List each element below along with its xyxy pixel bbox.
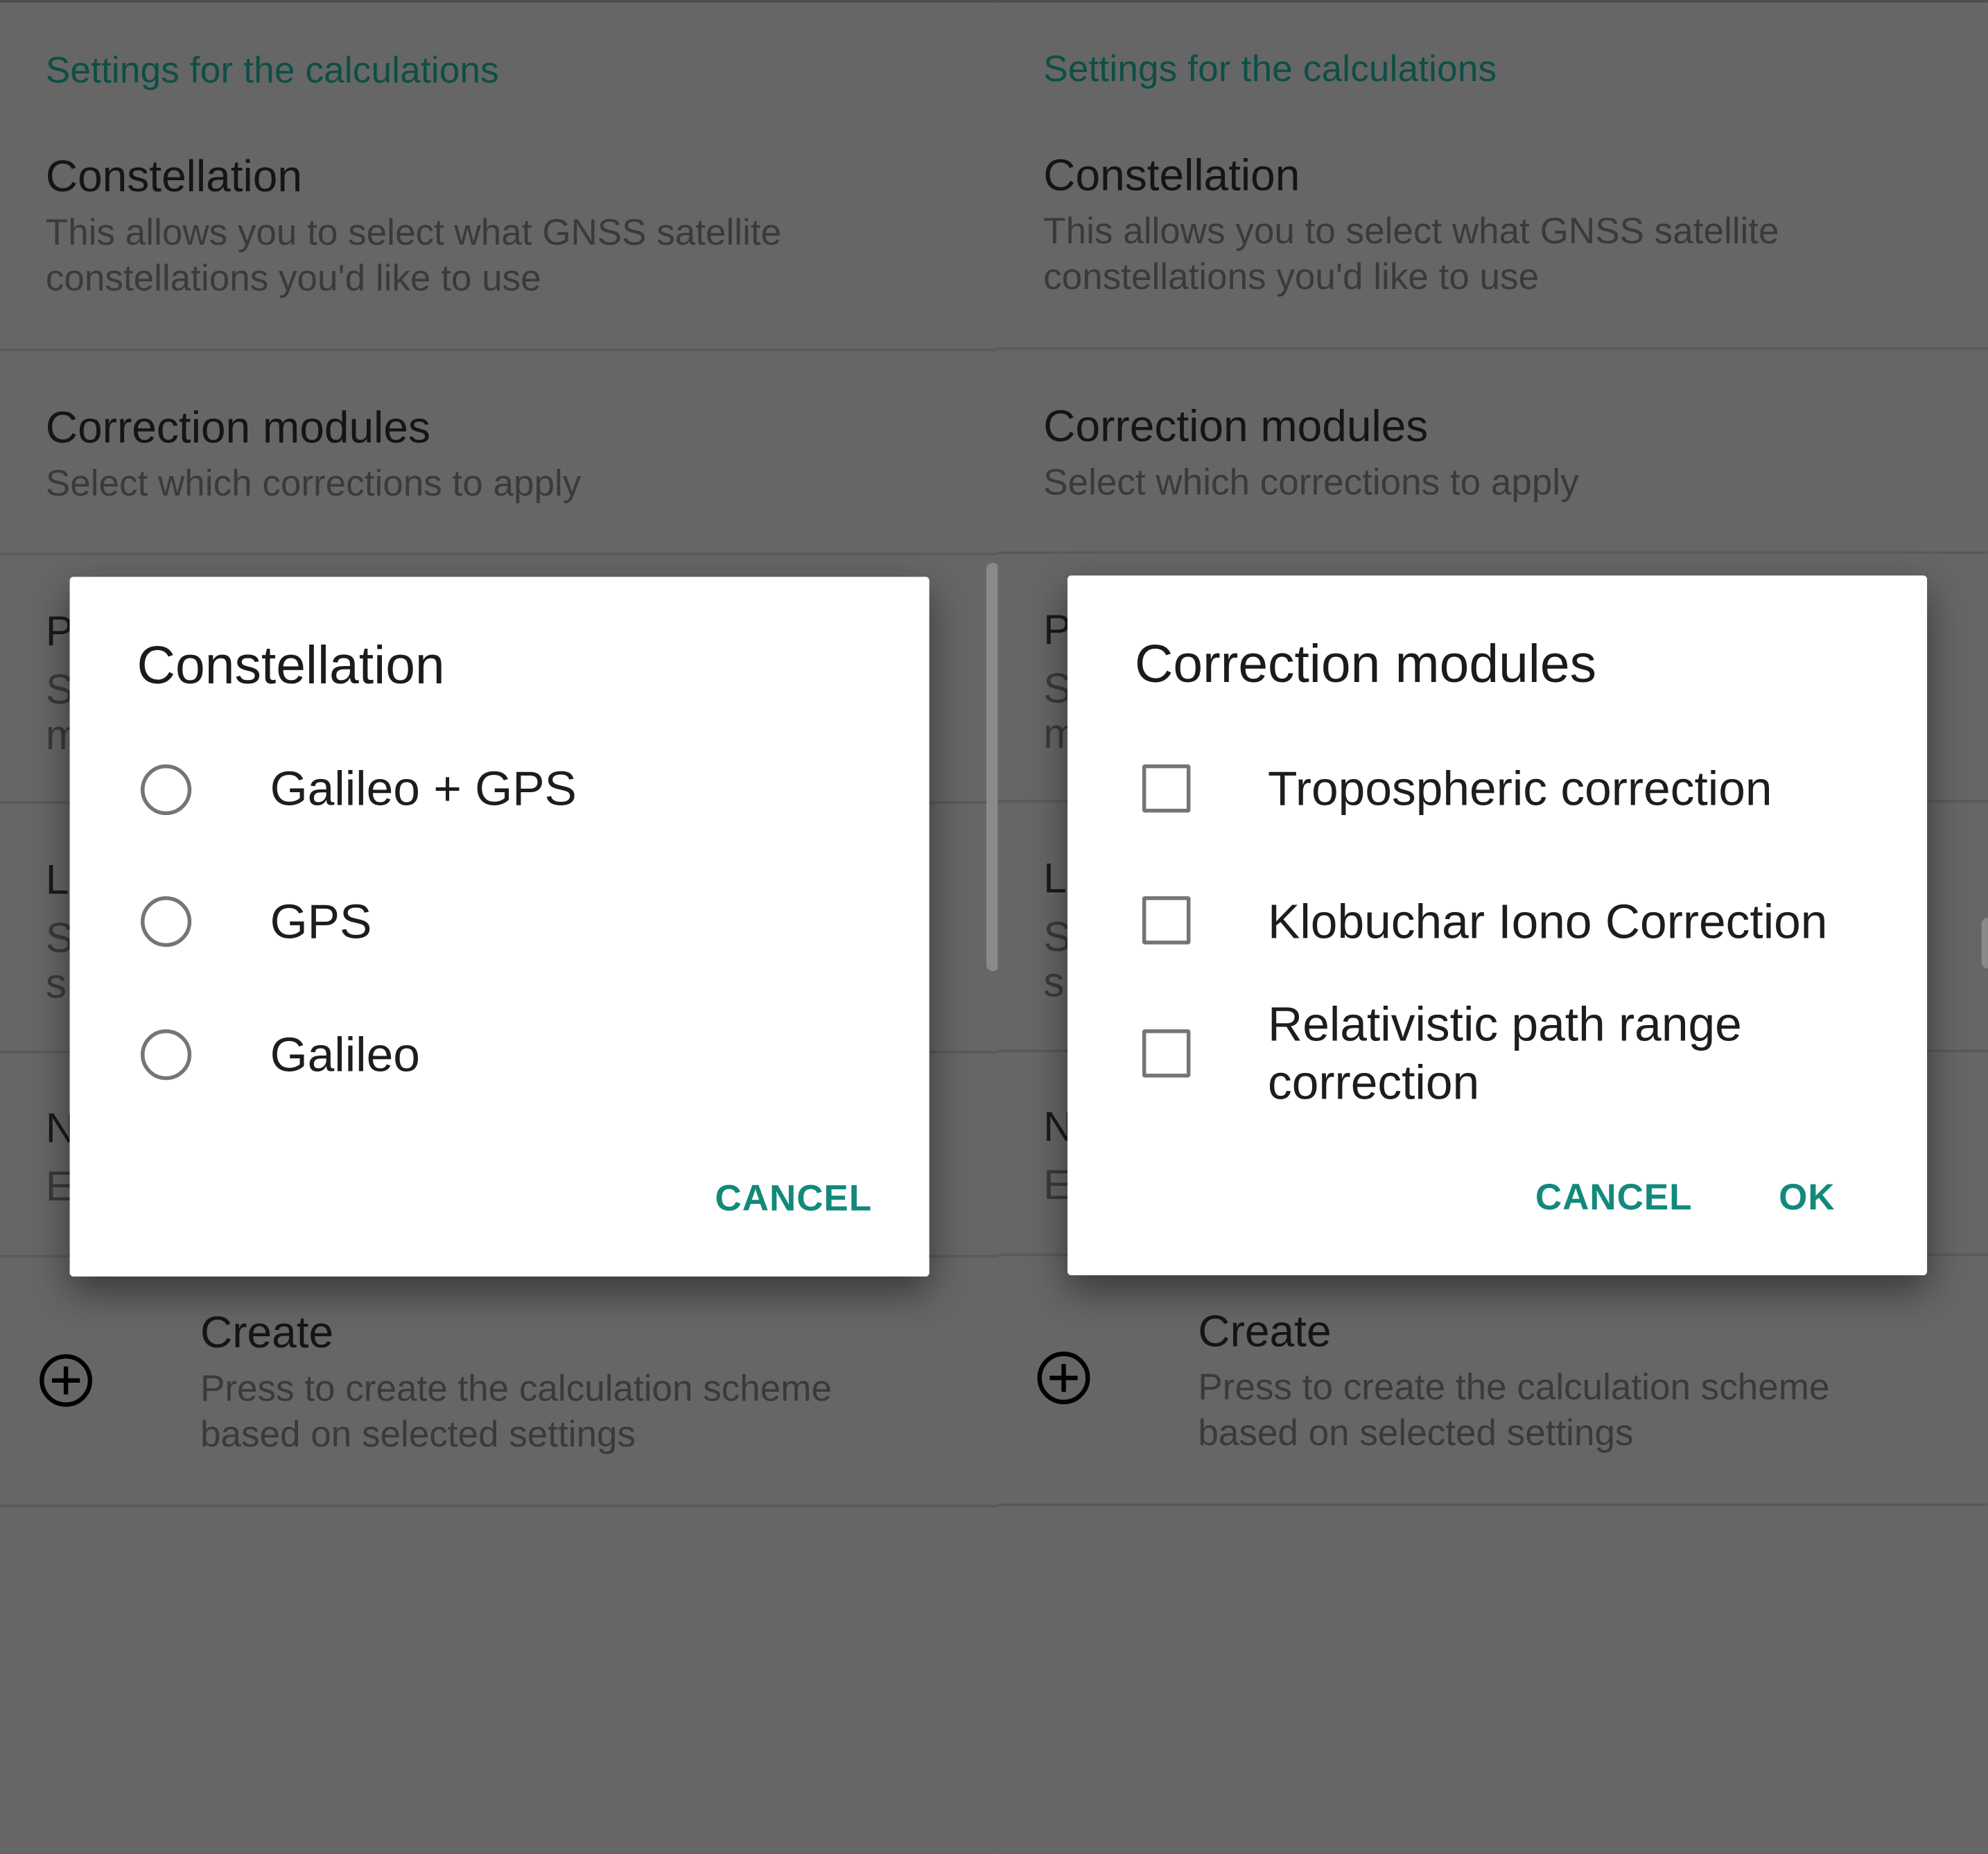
pref-create-title: Create	[1198, 1306, 1332, 1357]
scrollbar-thumb[interactable]	[1981, 918, 1988, 969]
pref-correction-summary: Select which corrections to apply	[45, 464, 582, 505]
pref-constellation-summary-2: constellations you'd like to use	[1043, 257, 1540, 298]
radio-label: GPS	[270, 896, 372, 950]
hidden-pref-summary-2b: s	[45, 959, 67, 1007]
checkbox-option-relativistic[interactable]: Relativistic path range correction	[1067, 990, 1927, 1129]
correction-modules-dialog: Correction modules Tropospheric correcti…	[1067, 575, 1928, 1275]
pref-constellation-summary-1: This allows you to select what GNSS sate…	[1043, 211, 1779, 252]
checkbox[interactable]	[1142, 896, 1191, 945]
divider	[997, 1503, 1988, 1506]
radio-option-galileo[interactable]: Galileo	[70, 991, 930, 1118]
radio-option-gps[interactable]: GPS	[70, 858, 930, 985]
checkbox-label: Tropospheric correction	[1268, 763, 1772, 816]
ok-button[interactable]: OK	[1779, 1178, 1835, 1219]
pref-correction-title: Correction modules	[45, 403, 430, 453]
pref-constellation-title: Constellation	[45, 152, 302, 202]
pref-correction-modules[interactable]: Correction modules Select which correcti…	[0, 350, 997, 553]
pref-create[interactable]: Create Press to create the calculation s…	[0, 1257, 997, 1505]
hidden-pref-title-2: L	[45, 855, 69, 903]
pref-constellation-summary-1: This allows you to select what GNSS sate…	[45, 213, 782, 254]
divider	[0, 1505, 998, 1507]
pref-create-title: Create	[200, 1308, 334, 1358]
pref-create-summary-2: based on selected settings	[200, 1415, 636, 1455]
pref-create-summary-1: Press to create the calculation scheme	[1198, 1367, 1830, 1409]
add-circle-icon	[1037, 1352, 1090, 1405]
radio-button[interactable]	[141, 1029, 192, 1081]
cancel-button[interactable]: CANCEL	[715, 1179, 873, 1221]
dialog-title: Constellation	[137, 635, 445, 695]
pref-correction-title: Correction modules	[1043, 401, 1429, 452]
hidden-pref-summary-2b: s	[1043, 958, 1065, 1006]
checkbox-option-tropospheric[interactable]: Tropospheric correction	[1067, 725, 1927, 852]
checkbox[interactable]	[1142, 1029, 1191, 1078]
screenshot-stage: Settings for the calculations Constellat…	[0, 0, 1988, 1853]
pref-correction-modules[interactable]: Correction modules Select which correcti…	[997, 349, 1987, 552]
scrollbar-thumb[interactable]	[986, 563, 998, 972]
checkbox-option-klobuchar[interactable]: Klobuchar Iono Correction	[1067, 857, 1927, 983]
radio-option-galileo-gps[interactable]: Galileo + GPS	[70, 726, 930, 853]
checkbox-label-line1: Relativistic path range	[1268, 999, 1742, 1053]
checkbox-label-line2: correction	[1268, 1057, 1480, 1111]
left-screen: Settings for the calculations Constellat…	[0, 0, 998, 1853]
cancel-button[interactable]: CANCEL	[1535, 1178, 1693, 1219]
radio-label: Galileo + GPS	[270, 763, 577, 816]
add-circle-icon	[40, 1354, 93, 1407]
radio-label: Galileo	[270, 1029, 420, 1083]
pref-constellation-title: Constellation	[1043, 150, 1300, 200]
checkbox[interactable]	[1142, 764, 1191, 813]
radio-button[interactable]	[141, 764, 192, 816]
divider	[997, 551, 1988, 554]
radio-button[interactable]	[141, 896, 192, 947]
pref-constellation[interactable]: Constellation This allows you to select …	[997, 0, 1987, 349]
pref-create[interactable]: Create Press to create the calculation s…	[997, 1257, 1987, 1504]
pref-correction-summary: Select which corrections to apply	[1043, 462, 1579, 504]
dialog-title: Correction modules	[1134, 633, 1597, 694]
pref-constellation[interactable]: Constellation This allows you to select …	[0, 0, 997, 350]
hidden-pref-title-2: L	[1043, 854, 1067, 902]
right-screen: Settings for the calculations Constellat…	[997, 0, 1988, 1853]
pref-constellation-summary-2: constellations you'd like to use	[45, 259, 541, 299]
constellation-dialog: Constellation Galileo + GPS GPS Galileo …	[69, 577, 930, 1277]
pref-create-summary-1: Press to create the calculation scheme	[200, 1369, 832, 1410]
checkbox-label: Klobuchar Iono Correction	[1268, 896, 1828, 950]
divider	[0, 552, 998, 556]
pref-create-summary-2: based on selected settings	[1198, 1413, 1634, 1454]
